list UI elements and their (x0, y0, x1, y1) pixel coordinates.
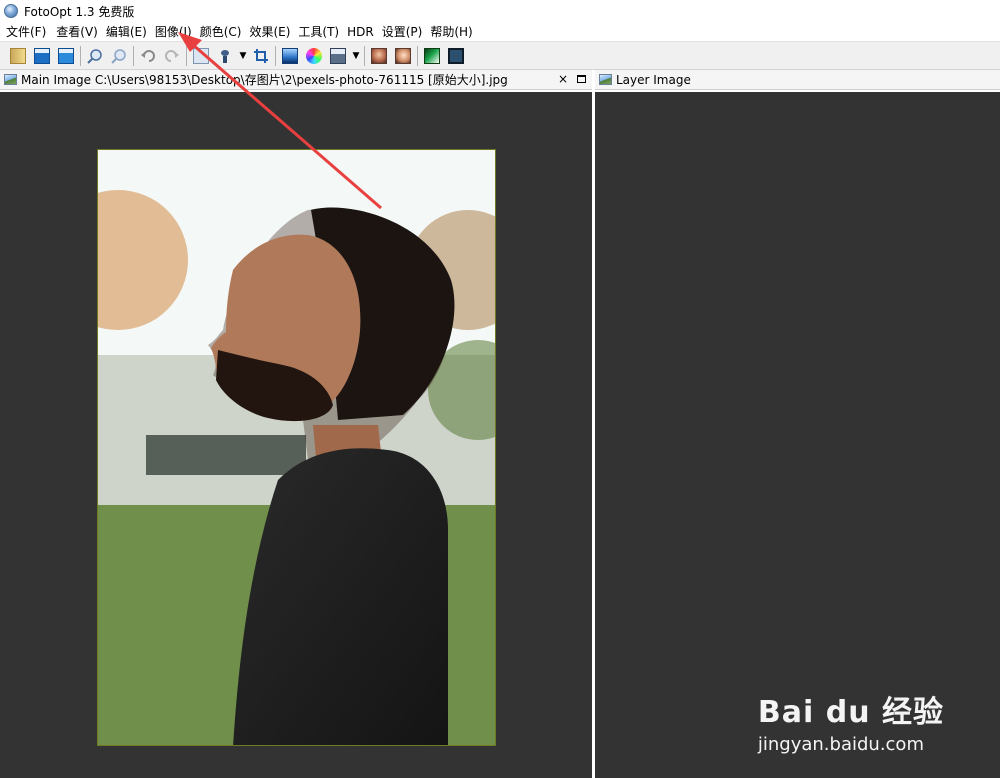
main-image-panel-header: Main Image C:\Users\98153\Desktop\存图片\2\… (0, 70, 592, 90)
window-title: FotoOpt 1.3 免费版 (24, 4, 135, 19)
watermark-url: jingyan.baidu.com (757, 734, 924, 755)
image-icon (599, 74, 612, 85)
layer-image-canvas[interactable] (595, 92, 1000, 778)
maximize-panel-button[interactable] (577, 75, 586, 83)
title-bar: FotoOpt 1.3 免费版 (0, 0, 1000, 22)
toolbar-separator (364, 45, 365, 66)
toolbar-separator (417, 45, 418, 66)
filmstrip-icon[interactable] (328, 46, 348, 66)
brush-icon[interactable] (215, 46, 235, 66)
menu-bar: 文件(F) 查看(V) 编辑(E) 图像(I) 颜色(C) 效果(E) 工具(T… (0, 22, 1000, 42)
menu-edit[interactable]: 编辑(E) (102, 22, 151, 42)
zoom-out-icon[interactable] (109, 46, 129, 66)
image-icon (4, 74, 17, 85)
levels-icon[interactable] (280, 46, 300, 66)
menu-effects[interactable]: 效果(E) (245, 22, 294, 42)
baidu-watermark: Bai du 经验 jingyan.baidu.com (758, 696, 944, 756)
menu-file[interactable]: 文件(F) (2, 22, 50, 42)
toolbar-separator (186, 45, 187, 66)
crop-icon[interactable] (251, 46, 271, 66)
portrait-icon[interactable] (369, 46, 389, 66)
undo-icon[interactable] (138, 46, 158, 66)
save-as-icon[interactable] (56, 46, 76, 66)
toolbar: ▼ ▼ (0, 42, 1000, 70)
close-panel-button[interactable]: × (558, 72, 568, 86)
toolbar-separator (80, 45, 81, 66)
menu-color[interactable]: 颜色(C) (196, 22, 246, 42)
menu-settings[interactable]: 设置(P) (378, 22, 427, 42)
watermark-brand: Bai du 经验 (757, 695, 944, 730)
menu-tools[interactable]: 工具(T) (294, 22, 343, 42)
color-wheel-icon[interactable] (304, 46, 324, 66)
photo-image (97, 149, 496, 746)
film-icon[interactable] (446, 46, 466, 66)
menu-view[interactable]: 查看(V) (52, 22, 102, 42)
gradient-icon[interactable] (422, 46, 442, 66)
menu-help[interactable]: 帮助(H) (426, 22, 476, 42)
toolbar-separator (133, 45, 134, 66)
open-icon[interactable] (8, 46, 28, 66)
face-icon[interactable] (393, 46, 413, 66)
zoom-in-icon[interactable] (85, 46, 105, 66)
main-image-title: Main Image C:\Users\98153\Desktop\存图片\2\… (21, 73, 508, 87)
app-icon (4, 4, 18, 18)
menu-image[interactable]: 图像(I) (151, 22, 196, 42)
save-icon[interactable] (32, 46, 52, 66)
resize-icon[interactable] (191, 46, 211, 66)
filmstrip-dropdown-arrow-icon[interactable]: ▼ (352, 51, 360, 61)
brush-dropdown-arrow-icon[interactable]: ▼ (239, 51, 247, 61)
toolbar-separator (275, 45, 276, 66)
layer-image-title: Layer Image (616, 72, 691, 87)
photo-illustration (98, 150, 495, 745)
menu-hdr[interactable]: HDR (343, 22, 378, 42)
layer-image-panel-header: Layer Image (595, 70, 1000, 90)
redo-icon[interactable] (162, 46, 182, 66)
